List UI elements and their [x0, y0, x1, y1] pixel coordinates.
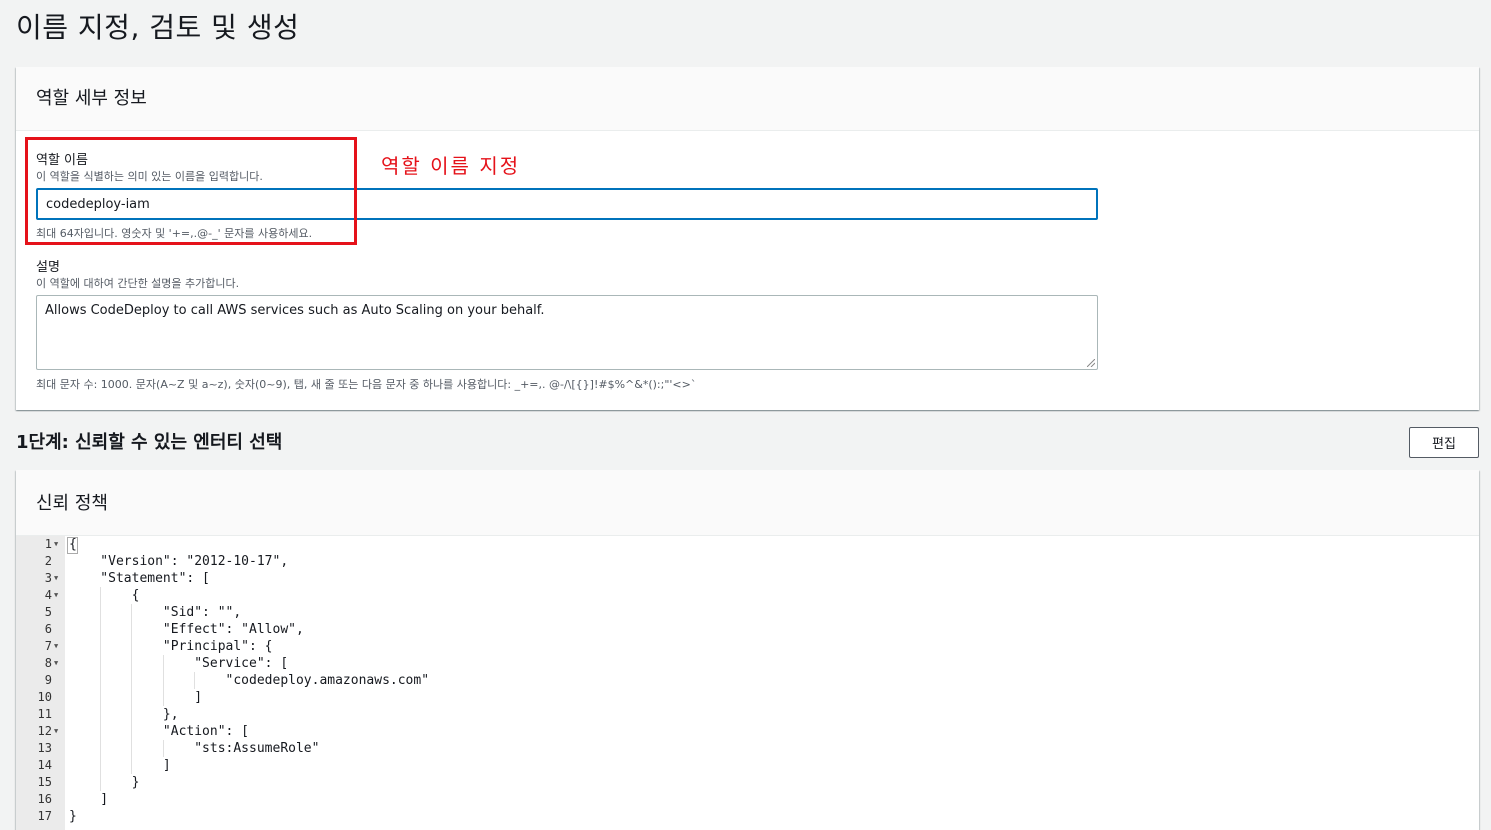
code-line: 11 }, — [16, 706, 1479, 723]
line-number: 17 — [37, 809, 52, 823]
annotation-highlight-box — [25, 137, 357, 245]
line-number: 10 — [37, 690, 52, 704]
role-details-header: 역할 세부 정보 — [16, 67, 1479, 131]
code-line: 12 ▼ "Action": [ — [16, 723, 1479, 740]
line-number: 3 — [44, 571, 52, 585]
code-text: ] — [69, 758, 171, 773]
code-text: }, — [69, 707, 179, 722]
line-number: 9 — [44, 673, 52, 687]
code-line: 3 ▼ "Statement": [ — [16, 570, 1479, 587]
code-line: 8 ▼ "Service": [ — [16, 655, 1479, 672]
edit-step1-button[interactable]: 편집 — [1409, 427, 1479, 458]
line-number: 2 — [44, 554, 52, 568]
page-title: 이름 지정, 검토 및 생성 — [16, 11, 300, 44]
description-constraint: 최대 문자 수: 1000. 문자(A~Z 및 a~z), 숫자(0~9), 탭… — [36, 378, 697, 391]
fold-arrow-icon[interactable]: ▼ — [54, 570, 58, 587]
code-line: 1 ▼ { — [16, 536, 1479, 553]
line-number: 16 — [37, 792, 52, 806]
trust-policy-editor[interactable]: 1 ▼{2 "Version": "2012-10-17", 3 ▼ "Stateme… — [16, 536, 1479, 830]
code-line: 17} — [16, 808, 1479, 825]
code-text: { — [69, 537, 77, 552]
code-line: 14 ] — [16, 757, 1479, 774]
trust-policy-header: 신뢰 정책 — [16, 470, 1479, 536]
line-number: 6 — [44, 622, 52, 636]
line-number: 14 — [37, 758, 52, 772]
code-line: 16 ] — [16, 791, 1479, 808]
fold-arrow-icon[interactable]: ▼ — [54, 638, 58, 655]
trust-policy-panel: 신뢰 정책 1 ▼{2 "Version": "2012-10-17", 3 ▼ "S… — [16, 470, 1479, 830]
code-line: 15 } — [16, 774, 1479, 791]
code-text: "Principal": { — [69, 639, 273, 654]
code-line: 4 ▼ { — [16, 587, 1479, 604]
fold-arrow-icon[interactable]: ▼ — [54, 587, 58, 604]
description-value: Allows CodeDeploy to call AWS services s… — [45, 303, 545, 318]
line-number: 15 — [37, 775, 52, 789]
fold-arrow-icon[interactable]: ▼ — [54, 723, 58, 740]
code-text: } — [69, 809, 77, 824]
code-text: "Statement": [ — [69, 571, 210, 586]
code-text: "sts:AssumeRole" — [69, 741, 320, 756]
code-line: 9 "codedeploy.amazonaws.com" — [16, 672, 1479, 689]
code-text: "Action": [ — [69, 724, 250, 739]
code-text: "codedeploy.amazonaws.com" — [69, 673, 430, 688]
line-number: 11 — [37, 707, 52, 721]
code-text: ] — [69, 690, 203, 705]
code-line: 13 "sts:AssumeRole" — [16, 740, 1479, 757]
code-text: "Sid": "", — [69, 605, 242, 620]
code-text: "Effect": "Allow", — [69, 622, 304, 637]
line-number: 1 — [44, 537, 52, 551]
code-text: "Service": [ — [69, 656, 289, 671]
code-line: 5 "Sid": "", — [16, 604, 1479, 621]
code-text: { — [69, 588, 140, 603]
code-line: 7 ▼ "Principal": { — [16, 638, 1479, 655]
description-label: 설명 — [36, 260, 60, 275]
description-help: 이 역할에 대하여 간단한 설명을 추가합니다. — [36, 277, 240, 290]
fold-arrow-icon[interactable]: ▼ — [54, 536, 58, 553]
line-number: 7 — [44, 639, 52, 653]
code-text: ] — [69, 792, 109, 807]
code-text: } — [69, 775, 140, 790]
code-line: 6 "Effect": "Allow", — [16, 621, 1479, 638]
line-number: 4 — [44, 588, 52, 602]
code-line: 10 ] — [16, 689, 1479, 706]
step1-title: 1단계: 신뢰할 수 있는 엔터티 선택 — [16, 432, 283, 453]
description-textarea[interactable]: Allows CodeDeploy to call AWS services s… — [36, 295, 1098, 370]
code-line: 2 "Version": "2012-10-17", — [16, 553, 1479, 570]
annotation-text: 역할 이름 지정 — [381, 154, 521, 178]
code-text: "Version": "2012-10-17", — [69, 554, 289, 569]
resize-grip-icon[interactable] — [1087, 359, 1095, 367]
line-number: 5 — [44, 605, 52, 619]
line-number: 8 — [44, 656, 52, 670]
line-number: 12 — [37, 724, 52, 738]
fold-arrow-icon[interactable]: ▼ — [54, 655, 58, 672]
line-number: 13 — [37, 741, 52, 755]
